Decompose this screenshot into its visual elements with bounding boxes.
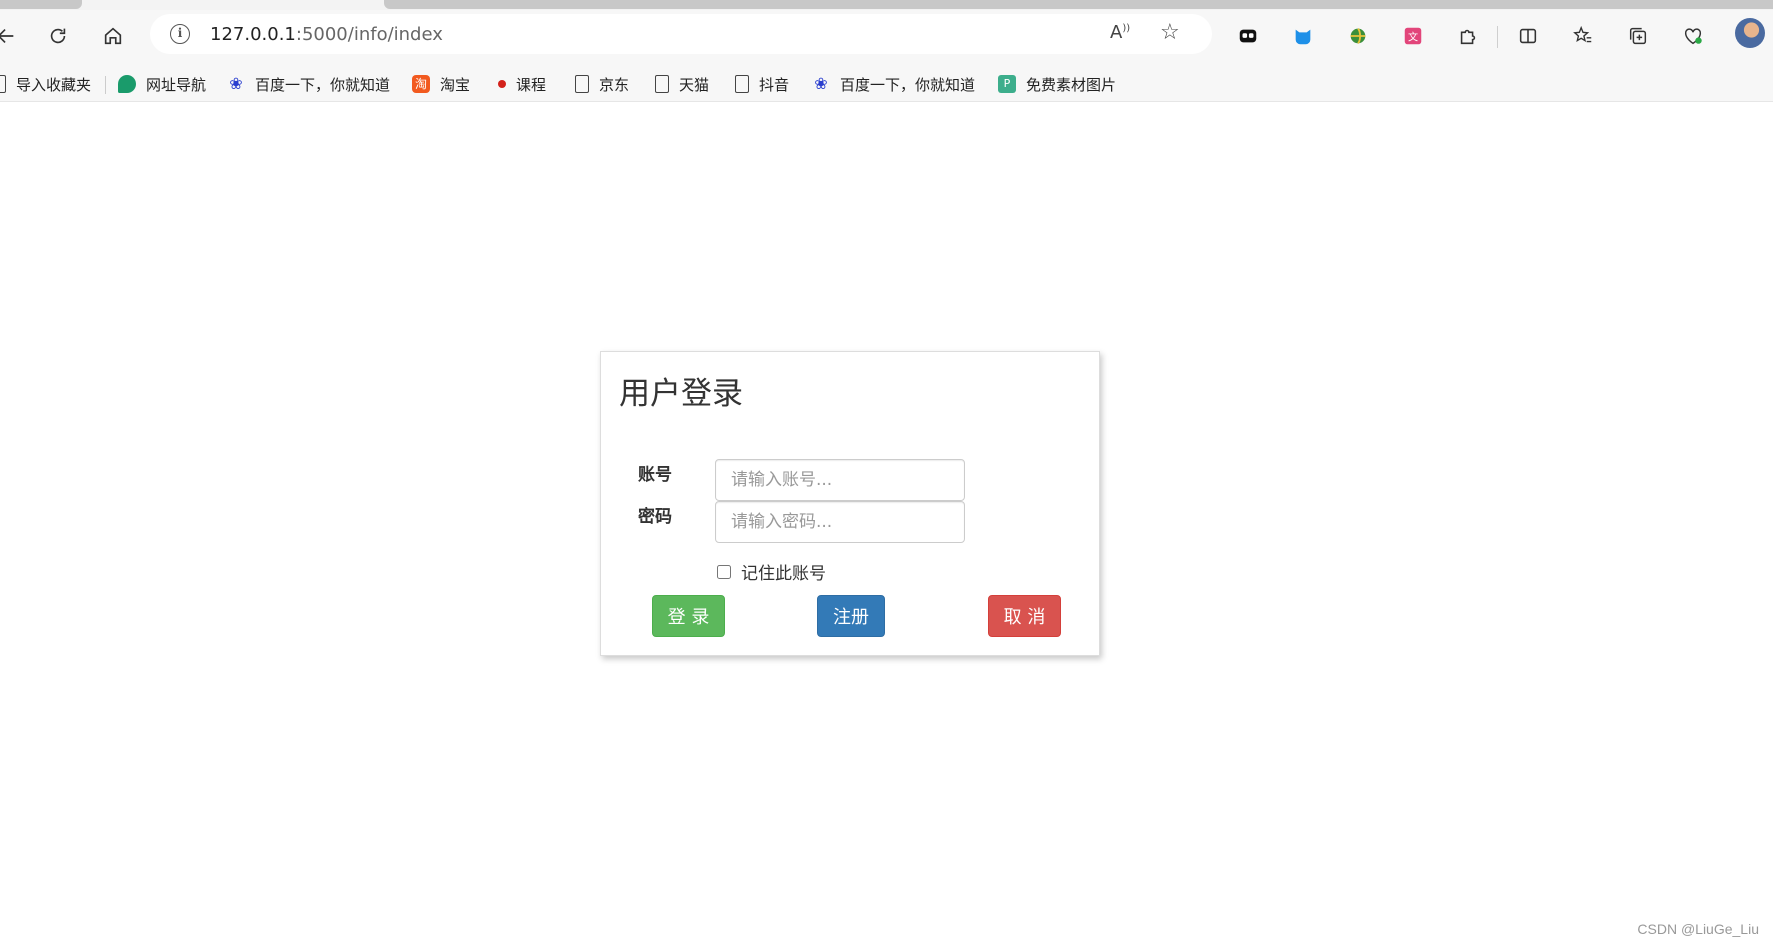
split-screen-icon[interactable] — [1508, 18, 1548, 54]
file-icon — [735, 75, 749, 93]
collections-icon[interactable] — [1618, 18, 1658, 54]
extension-tabby-icon[interactable] — [1228, 18, 1268, 54]
remember-row: 记住此账号 — [715, 559, 826, 584]
bookmark-taobao[interactable]: 淘 淘宝 — [412, 73, 470, 95]
bookmark-free-images[interactable]: P 免费素材图片 — [998, 73, 1116, 95]
toolbar-separator — [1497, 26, 1498, 48]
bookmark-course[interactable]: 课程 — [494, 73, 546, 95]
bookmarks-divider — [105, 76, 106, 94]
bookmark-nav[interactable]: 网址导航 — [118, 73, 206, 95]
tab-right[interactable] — [384, 0, 1773, 9]
url-path: :5000/info/index — [295, 24, 443, 45]
bookmark-label: 网址导航 — [146, 75, 207, 94]
url-text[interactable]: 127.0.0.1:5000/info/index — [210, 24, 443, 45]
watermark: CSDN @LiuGe_Liu — [1637, 921, 1759, 937]
bookmark-tmall[interactable]: 天猫 — [655, 73, 709, 95]
tab-strip — [0, 0, 1773, 10]
url-host: 127.0.0.1 — [210, 24, 296, 45]
bookmarks-bar: 导入收藏夹 网址导航 ❀ 百度一下，你就知道 淘 淘宝 课程 京东 天猫 抖音 … — [0, 66, 1773, 102]
green-square-icon: P — [998, 75, 1016, 93]
favorites-icon[interactable] — [1563, 18, 1603, 54]
bookmark-label: 免费素材图片 — [1026, 75, 1117, 94]
performance-heart-icon[interactable] — [1673, 18, 1713, 54]
register-button[interactable]: 注册 — [817, 595, 885, 637]
login-button[interactable]: 登 录 — [652, 595, 725, 637]
import-icon — [0, 75, 6, 93]
bookmark-label: 百度一下，你就知道 — [840, 75, 976, 94]
refresh-icon[interactable] — [38, 18, 78, 54]
bookmark-baidu-2[interactable]: ❀ 百度一下，你就知道 — [812, 73, 975, 95]
page-title: 用户登录 — [619, 376, 743, 412]
file-icon — [655, 75, 669, 93]
bookmark-label: 百度一下，你就知道 — [255, 75, 391, 94]
bookmark-label: 抖音 — [759, 75, 790, 94]
address-bar[interactable]: i 127.0.0.1:5000/info/index A)) ☆ — [150, 14, 1212, 54]
account-label: 账号 — [638, 465, 672, 485]
red-dot-icon — [498, 80, 506, 88]
bookmark-label: 京东 — [599, 75, 630, 94]
extensions-puzzle-icon[interactable] — [1448, 18, 1488, 54]
bookmark-douyin[interactable]: 抖音 — [735, 73, 789, 95]
bookmark-import[interactable]: 导入收藏夹 — [0, 73, 91, 95]
home-icon[interactable] — [93, 18, 133, 54]
password-input[interactable] — [715, 501, 965, 543]
login-panel: 用户登录 账号 密码 记住此账号 登 录 注册 取 消 — [600, 351, 1100, 656]
bookmark-label: 导入收藏夹 — [16, 75, 92, 94]
account-input[interactable] — [715, 459, 965, 501]
bookmark-label: 课程 — [516, 75, 547, 94]
extension-globe-icon[interactable] — [1338, 18, 1378, 54]
back-icon[interactable] — [0, 18, 26, 54]
bookmark-label: 淘宝 — [440, 75, 471, 94]
extension-cat-icon[interactable] — [1283, 18, 1323, 54]
bookmark-baidu-1[interactable]: ❀ 百度一下，你就知道 — [227, 73, 390, 95]
leaf-icon — [118, 75, 136, 93]
browser-toolbar: i 127.0.0.1:5000/info/index A)) ☆ 文 — [0, 10, 1773, 66]
extension-translate-icon[interactable]: 文 — [1393, 18, 1433, 54]
bookmark-jd[interactable]: 京东 — [575, 73, 629, 95]
profile-avatar[interactable] — [1735, 18, 1765, 48]
remember-label[interactable]: 记住此账号 — [741, 559, 826, 584]
remember-checkbox[interactable] — [717, 564, 731, 579]
tab-left[interactable] — [0, 0, 82, 9]
baidu-paw-icon: ❀ — [814, 74, 828, 93]
password-label: 密码 — [638, 507, 672, 527]
baidu-paw-icon: ❀ — [229, 74, 243, 93]
taobao-icon: 淘 — [412, 75, 430, 93]
svg-text:文: 文 — [1408, 31, 1418, 44]
read-aloud-icon[interactable]: A)) — [1110, 22, 1130, 43]
bookmark-label: 天猫 — [679, 75, 710, 94]
site-info-icon[interactable]: i — [170, 24, 190, 44]
cancel-button[interactable]: 取 消 — [988, 595, 1061, 637]
file-icon — [575, 75, 589, 93]
favorite-star-icon[interactable]: ☆ — [1160, 20, 1180, 45]
